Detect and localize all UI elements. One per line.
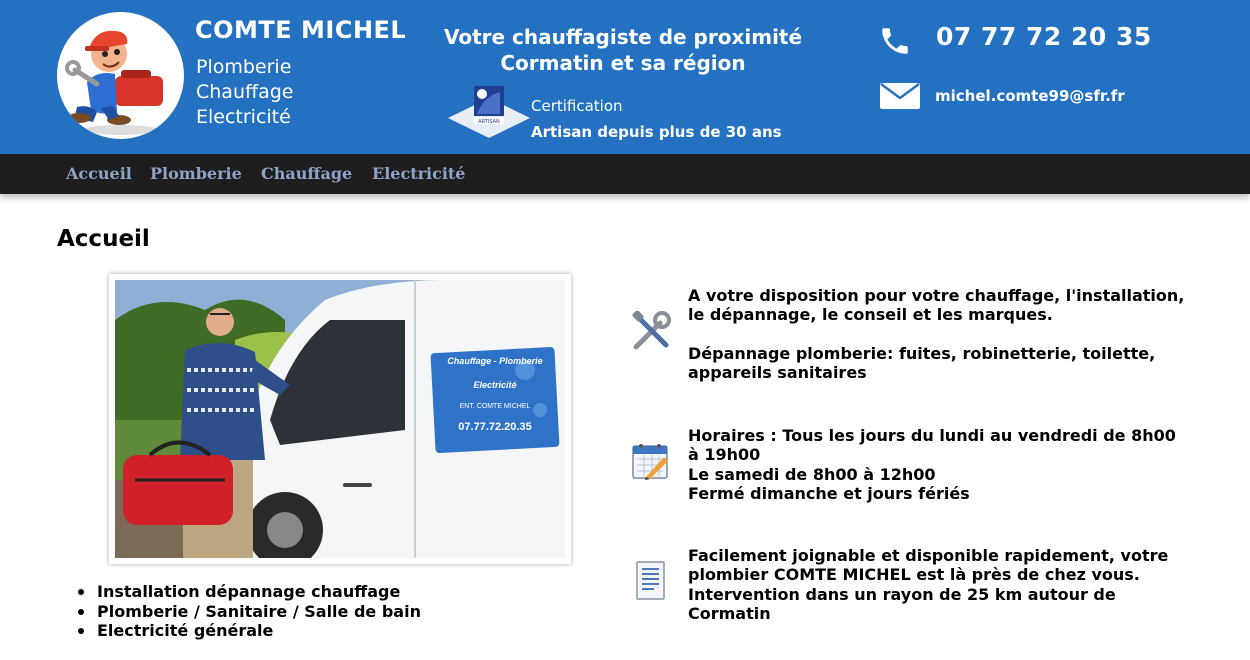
- service-plomberie: Plomberie: [196, 56, 292, 78]
- nav-item-plomberie[interactable]: Plomberie: [150, 164, 242, 183]
- info-block-services: A votre disposition pour votre chauffage…: [688, 286, 1184, 382]
- phone-number[interactable]: 07 77 72 20 35: [936, 22, 1152, 51]
- service-electricite: Electricité: [196, 106, 291, 128]
- info-block-contact: Facilement joignable et disponible rapid…: [688, 546, 1168, 623]
- info-services-line3: Dépannage plomberie: fuites, robinetteri…: [688, 343, 1156, 363]
- info-block-hours: Horaires : Tous les jours du lundi au ve…: [688, 426, 1176, 503]
- info-contact-line1: Facilement joignable et disponible rapid…: [688, 546, 1169, 565]
- artisan-badge-text: ARTISAN: [478, 119, 500, 125]
- list-item: Plomberie / Sanitaire / Salle de bain: [78, 601, 421, 621]
- van-photo: Chauffage - Plomberie Electricité ENT. C…: [109, 274, 571, 564]
- tools-icon: [630, 310, 672, 355]
- nav-item-accueil[interactable]: Accueil: [66, 164, 132, 183]
- plumber-mascot-logo[interactable]: [57, 12, 184, 139]
- info-contact-line4: Cormatin: [688, 603, 771, 623]
- tagline-line1: Votre chauffagiste de proximité: [443, 25, 803, 49]
- info-services-line1: A votre disposition pour votre chauffage…: [688, 286, 1185, 305]
- main-navbar: Accueil Plomberie Chauffage Electricité: [0, 154, 1250, 194]
- mail-icon: [880, 82, 920, 109]
- brand-name: COMTE MICHEL: [195, 16, 407, 44]
- nav-item-chauffage[interactable]: Chauffage: [261, 164, 352, 183]
- info-hours-line4: Fermé dimanche et jours fériés: [688, 483, 970, 503]
- info-hours-line2: à 19h00: [688, 445, 761, 465]
- site-header: COMTE MICHEL Plomberie Chauffage Electri…: [0, 0, 1250, 154]
- info-hours-line3: Le samedi de 8h00 à 12h00: [688, 464, 936, 484]
- certification-text: Artisan depuis plus de 30 ans: [531, 123, 782, 141]
- artisan-badge-icon: ARTISAN: [448, 84, 530, 140]
- info-services-line2: le dépannage, le conseil et les marques.: [688, 305, 1053, 325]
- van-text-line2: Electricité: [473, 380, 516, 390]
- phone-icon: [878, 24, 912, 58]
- info-hours-line1: Horaires : Tous les jours du lundi au ve…: [688, 426, 1176, 445]
- info-services-line4: appareils sanitaires: [688, 362, 867, 382]
- van-text-line4: 07.77.72.20.35: [458, 421, 531, 433]
- service-chauffage: Chauffage: [196, 81, 294, 103]
- services-list: Installation dépannage chauffage Plomber…: [78, 582, 421, 641]
- van-text-line1: Chauffage - Plomberie: [447, 356, 542, 366]
- certification-label: Certification: [531, 97, 623, 115]
- van-text-line3: ENT. COMTE MICHEL: [460, 403, 531, 410]
- nav-item-electricite[interactable]: Electricité: [372, 164, 465, 183]
- info-contact-line3: Intervention dans un rayon de 25 km auto…: [688, 584, 1116, 604]
- list-item: Electricité générale: [78, 621, 421, 641]
- page-title: Accueil: [57, 226, 150, 252]
- list-item: Installation dépannage chauffage: [78, 582, 421, 602]
- email-link[interactable]: michel.comte99@sfr.fr: [935, 87, 1125, 105]
- document-icon: [636, 561, 666, 605]
- info-contact-line2: plombier COMTE MICHEL est là près de che…: [688, 565, 1140, 585]
- tagline-line2: Cormatin et sa région: [500, 51, 746, 75]
- calendar-icon: [632, 441, 670, 485]
